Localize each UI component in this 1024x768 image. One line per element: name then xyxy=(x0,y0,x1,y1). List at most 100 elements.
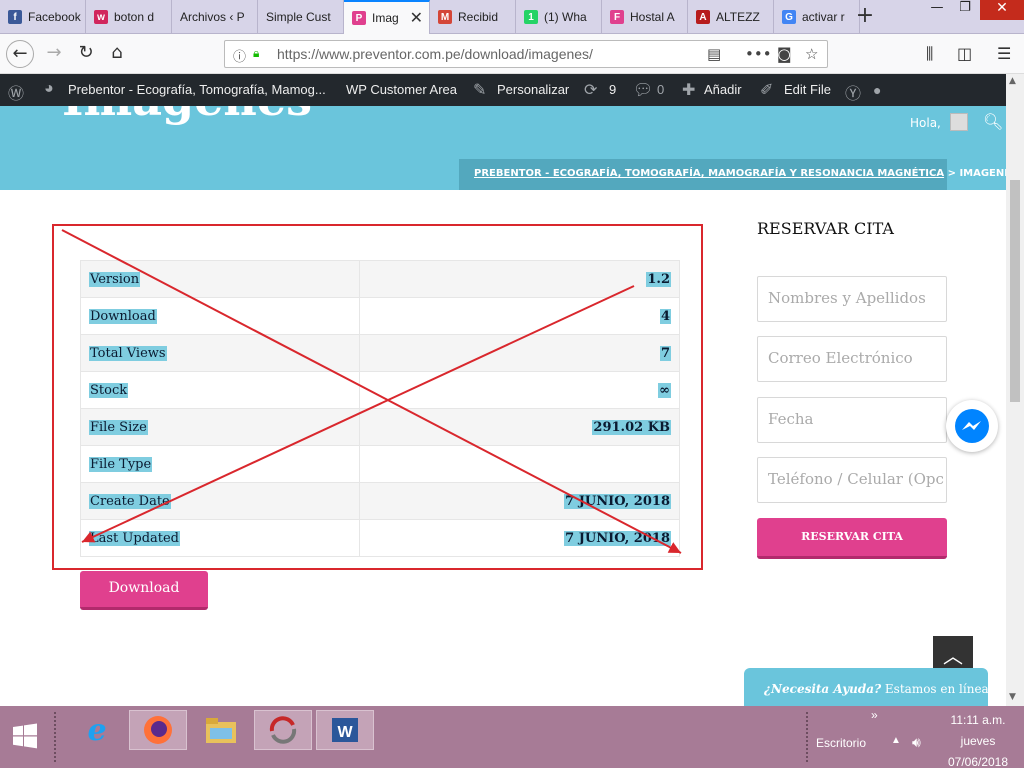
page-scrollbar[interactable]: ▲ ▼ xyxy=(1006,74,1024,706)
internet-explorer-icon[interactable]: e xyxy=(68,710,126,750)
navigation-bar: ← → ↻ ⌂ ⓘ 🔒︎ https://www.preventor.com.p… xyxy=(0,34,1024,74)
minimize-button[interactable]: — xyxy=(922,0,952,20)
close-tab-icon[interactable]: ✕ xyxy=(410,8,423,28)
hostal-icon: F xyxy=(610,10,624,24)
tab-label: activar r xyxy=(802,10,845,24)
table-row: Last Updated 7 JUNIO, 2018 xyxy=(79,519,680,557)
seo-status-icon: ● xyxy=(873,82,882,98)
browser-tab[interactable]: 1 (1) Wha xyxy=(516,0,602,34)
row-value: 4 xyxy=(659,308,671,324)
browser-tab[interactable]: Archivos ‹ P xyxy=(172,0,258,34)
bookmark-star-icon[interactable]: ☆ xyxy=(805,45,818,63)
customize-link[interactable]: Personalizar xyxy=(497,82,569,97)
row-value: 291.02 KB xyxy=(592,419,671,435)
comments-count[interactable]: 0 xyxy=(657,82,664,97)
reload-button[interactable]: ↻ xyxy=(72,40,100,68)
email-field[interactable]: Correo Electrónico xyxy=(757,336,947,382)
page-header: Imagenes Hola, 🔍︎ PREBENTOR - ECOGRAFÍA,… xyxy=(0,106,1006,190)
page-actions-icon[interactable]: ••• xyxy=(745,45,772,63)
info-icon[interactable]: ⓘ xyxy=(233,46,246,65)
word-icon[interactable]: W xyxy=(316,710,374,750)
show-hidden-icons-icon[interactable]: » xyxy=(871,708,878,722)
tab-label: Archivos ‹ P xyxy=(180,10,245,24)
tray-grip xyxy=(806,712,810,762)
scroll-up-arrow-icon[interactable]: ▲ xyxy=(1009,76,1016,86)
table-row: File Type xyxy=(79,445,680,483)
plus-icon: ✚ xyxy=(682,82,696,99)
table-row: Download 4 xyxy=(79,297,680,335)
row-label-cell: File Size xyxy=(79,408,361,446)
customer-area-link[interactable]: WP Customer Area xyxy=(346,82,457,97)
breadcrumb: PREBENTOR - ECOGRAFÍA, TOMOGRAFÍA, MAMOG… xyxy=(459,159,1006,190)
browser-tab[interactable]: w boton d xyxy=(86,0,172,34)
row-value-cell: ∞ xyxy=(359,371,680,409)
taskbar-grip xyxy=(54,712,58,762)
address-bar[interactable]: ⓘ 🔒︎ https://www.preventor.com.pe/downlo… xyxy=(224,40,828,68)
home-button[interactable]: ⌂ xyxy=(103,40,131,68)
pocket-icon[interactable]: ◙ xyxy=(777,45,792,63)
help-status: Estamos en línea xyxy=(881,682,989,696)
edit-file-link[interactable]: Edit File xyxy=(784,82,831,97)
table-row: Stock ∞ xyxy=(79,371,680,409)
messenger-icon[interactable] xyxy=(946,400,998,452)
yoast-icon[interactable]: Ⓨ xyxy=(845,80,861,104)
comments-icon[interactable]: 💬︎ xyxy=(633,80,653,100)
live-chat-bar[interactable]: ¿Necesita Ayuda? Estamos en línea xyxy=(744,668,989,706)
add-new-link[interactable]: Añadir xyxy=(704,82,742,97)
row-value: 1.2 xyxy=(646,271,671,287)
browser-tab[interactable]: F Hostal A xyxy=(602,0,688,34)
pencil-icon: ✐ xyxy=(760,82,774,99)
browser-tab[interactable]: Gactivar r xyxy=(774,0,860,34)
back-button[interactable]: ← xyxy=(6,40,34,68)
browser-tab[interactable]: A ALTEZZ xyxy=(688,0,774,34)
url-text[interactable]: https://www.preventor.com.pe/download/im… xyxy=(277,46,593,62)
preventor-icon: P xyxy=(352,11,366,25)
browser-tab[interactable]: P Imag ✕ xyxy=(344,0,430,34)
scroll-down-arrow-icon[interactable]: ▼ xyxy=(1009,692,1016,702)
library-icon[interactable]: ⫼ xyxy=(926,44,933,64)
scrollbar-thumb[interactable] xyxy=(1010,180,1020,402)
tab-label: boton d xyxy=(114,10,155,24)
firefox-icon[interactable] xyxy=(129,710,187,750)
google-icon: G xyxy=(782,10,796,24)
name-field[interactable]: Nombres y Apellidos xyxy=(757,276,947,322)
wp-admin-bar: Ⓦ ◕ Prebentor - Ecografía, Tomografía, M… xyxy=(0,74,1006,106)
table-row: File Size 291.02 KB xyxy=(79,408,680,446)
volume-icon[interactable]: 🔊︎ xyxy=(912,734,921,751)
clock-date: 07/06/2018 xyxy=(947,755,1009,768)
svg-text:W: W xyxy=(337,724,353,741)
new-tab-button[interactable]: + xyxy=(852,4,878,30)
row-value: 7 xyxy=(659,345,671,361)
avatar[interactable] xyxy=(950,113,968,131)
browser-tab[interactable]: f Facebook xyxy=(0,0,86,34)
file-explorer-icon[interactable] xyxy=(192,710,250,750)
forward-button[interactable]: → xyxy=(40,40,68,68)
breadcrumb-home-link[interactable]: PREBENTOR - ECOGRAFÍA, TOMOGRAFÍA, MAMOG… xyxy=(474,168,944,179)
reader-view-icon[interactable]: ▤ xyxy=(707,45,721,63)
row-label: Create Date xyxy=(89,493,171,509)
row-label: File Type xyxy=(89,456,153,472)
book-appointment-button[interactable]: RESERVAR CITA xyxy=(757,518,947,559)
search-icon[interactable]: 🔍︎ xyxy=(983,112,1003,131)
sync-app-icon[interactable] xyxy=(254,710,312,750)
restore-button[interactable]: ❐ xyxy=(950,0,980,20)
phone-field[interactable]: Teléfono / Celular (Opc xyxy=(757,457,947,503)
date-field[interactable]: Fecha xyxy=(757,397,947,443)
wordpress-logo-icon[interactable]: Ⓦ xyxy=(8,80,24,104)
start-button[interactable] xyxy=(0,716,50,756)
updates-count[interactable]: 9 xyxy=(609,82,616,97)
download-button[interactable]: Download xyxy=(80,571,208,610)
close-window-button[interactable]: ✕ xyxy=(980,0,1024,20)
row-value: 7 JUNIO, 2018 xyxy=(564,530,671,546)
updates-icon[interactable]: ⟳ xyxy=(584,80,597,100)
tray-up-arrow-icon[interactable]: ▲ xyxy=(891,735,901,746)
breadcrumb-separator: > xyxy=(947,168,956,179)
browser-tab[interactable]: M Recibid xyxy=(430,0,516,34)
site-name-link[interactable]: Prebentor - Ecografía, Tomografía, Mamog… xyxy=(68,82,326,97)
facebook-icon: f xyxy=(8,10,22,24)
desktop-toolbar-label[interactable]: Escritorio xyxy=(816,736,866,750)
clock[interactable]: 11:11 a.m. jueves 07/06/2018 xyxy=(940,710,1016,768)
menu-icon[interactable]: ☰ xyxy=(997,44,1011,63)
browser-tab[interactable]: Simple Cust xyxy=(258,0,344,34)
sidebar-toggle-icon[interactable]: ◫ xyxy=(957,44,972,63)
